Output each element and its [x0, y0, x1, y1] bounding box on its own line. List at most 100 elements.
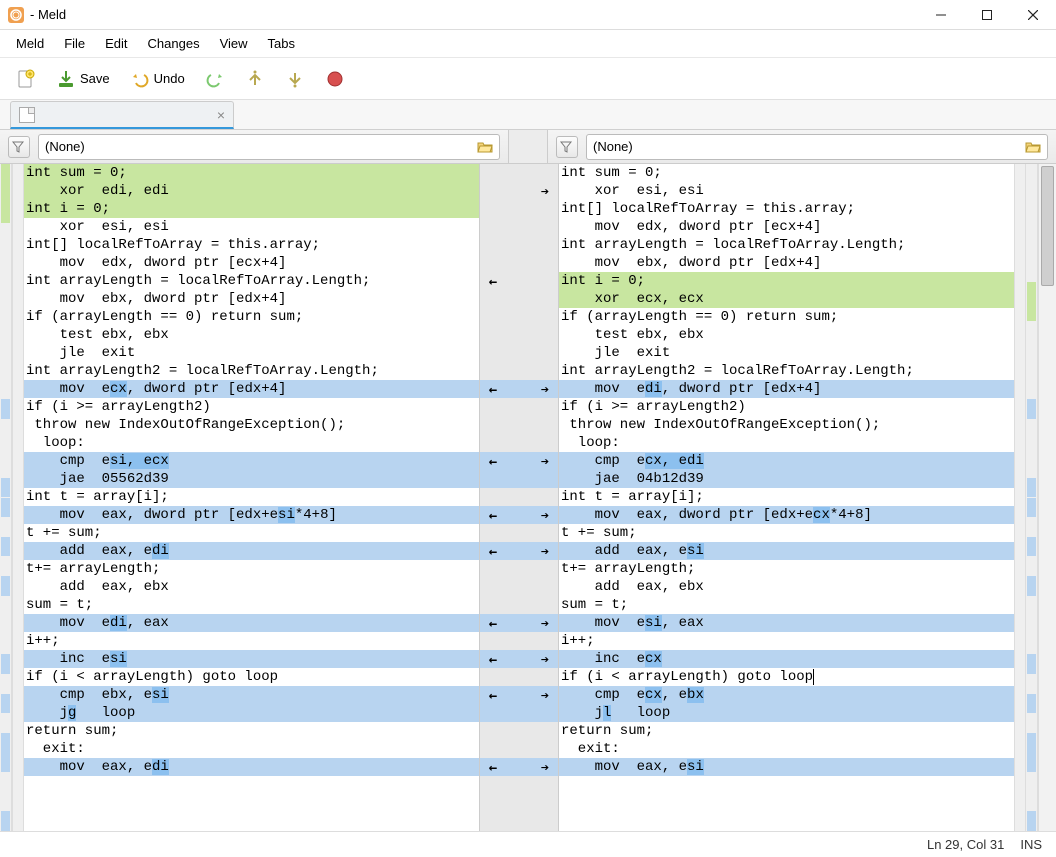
push-left-arrow[interactable]: ← — [484, 453, 502, 471]
code-line[interactable]: mov edx, dword ptr [ecx+4] — [24, 254, 479, 272]
code-line[interactable]: cmp ebx, esi — [24, 686, 479, 704]
code-line[interactable]: jle exit — [559, 344, 1014, 362]
code-line[interactable]: xor esi, esi — [559, 182, 1014, 200]
push-right-arrow[interactable]: ➔ — [536, 381, 554, 399]
vertical-scrollbar[interactable] — [1038, 164, 1056, 831]
scroll-thumb[interactable] — [1041, 166, 1054, 286]
code-line[interactable]: jl loop — [559, 704, 1014, 722]
code-line[interactable]: add eax, ebx — [559, 578, 1014, 596]
maximize-button[interactable] — [964, 0, 1010, 30]
push-right-arrow[interactable]: ➔ — [536, 453, 554, 471]
code-line[interactable]: xor esi, esi — [24, 218, 479, 236]
push-left-arrow[interactable]: ← — [484, 507, 502, 525]
code-line[interactable]: jle exit — [24, 344, 479, 362]
code-line[interactable]: loop: — [24, 434, 479, 452]
close-button[interactable] — [1010, 0, 1056, 30]
undo-button[interactable]: Undo — [124, 65, 191, 93]
push-left-arrow[interactable]: ← — [484, 687, 502, 705]
code-line[interactable]: mov eax, esi — [559, 758, 1014, 776]
minimize-button[interactable] — [918, 0, 964, 30]
center-link-column[interactable]: ➔←➔←➔←➔←➔←➔←➔←➔←➔← — [479, 164, 559, 831]
code-line[interactable]: mov eax, dword ptr [edx+esi*4+8] — [24, 506, 479, 524]
code-line[interactable]: mov edi, eax — [24, 614, 479, 632]
code-line[interactable]: if (i < arrayLength) goto loop — [559, 668, 1014, 686]
code-line[interactable]: sum = t; — [24, 596, 479, 614]
code-line[interactable]: cmp esi, ecx — [24, 452, 479, 470]
code-line[interactable]: throw new IndexOutOfRangeException(); — [559, 416, 1014, 434]
code-line[interactable]: mov ecx, dword ptr [edx+4] — [24, 380, 479, 398]
menu-changes[interactable]: Changes — [138, 32, 210, 55]
code-line[interactable]: mov ebx, dword ptr [edx+4] — [24, 290, 479, 308]
redo-button[interactable] — [199, 65, 231, 93]
code-line[interactable]: cmp ecx, ebx — [559, 686, 1014, 704]
push-left-arrow[interactable]: ← — [484, 759, 502, 777]
collapse-left-button[interactable] — [8, 136, 30, 158]
push-right-arrow[interactable]: ➔ — [536, 651, 554, 669]
push-right-arrow[interactable]: ➔ — [536, 759, 554, 777]
code-line[interactable]: inc esi — [24, 650, 479, 668]
left-code-pane[interactable]: int sum = 0; xor edi, ediint i = 0; xor … — [24, 164, 479, 831]
menu-file[interactable]: File — [54, 32, 95, 55]
code-line[interactable]: cmp ecx, edi — [559, 452, 1014, 470]
code-line[interactable]: int arrayLength = localRefToArray.Length… — [24, 272, 479, 290]
code-line[interactable]: i++; — [24, 632, 479, 650]
code-line[interactable]: if (i >= arrayLength2) — [559, 398, 1014, 416]
push-left-arrow[interactable]: ← — [484, 615, 502, 633]
push-right-arrow[interactable]: ➔ — [536, 183, 554, 201]
code-line[interactable]: if (i < arrayLength) goto loop — [24, 668, 479, 686]
code-line[interactable]: int t = array[i]; — [24, 488, 479, 506]
code-line[interactable]: mov eax, dword ptr [edx+ecx*4+8] — [559, 506, 1014, 524]
push-right-arrow[interactable]: ➔ — [536, 543, 554, 561]
push-right-arrow[interactable]: ➔ — [536, 687, 554, 705]
code-line[interactable]: int sum = 0; — [24, 164, 479, 182]
left-minimap[interactable] — [0, 164, 12, 831]
code-line[interactable]: inc ecx — [559, 650, 1014, 668]
code-line[interactable]: t += sum; — [559, 524, 1014, 542]
push-right-arrow[interactable]: ➔ — [536, 615, 554, 633]
code-line[interactable]: add eax, ebx — [24, 578, 479, 596]
code-line[interactable]: jae 05562d39 — [24, 470, 479, 488]
open-file-icon[interactable] — [1025, 139, 1041, 155]
menu-view[interactable]: View — [210, 32, 258, 55]
push-left-arrow[interactable]: ← — [484, 651, 502, 669]
code-line[interactable]: jg loop — [24, 704, 479, 722]
tab-active[interactable]: × — [10, 101, 234, 129]
push-left-arrow[interactable]: ← — [484, 381, 502, 399]
code-line[interactable]: int[] localRefToArray = this.array; — [24, 236, 479, 254]
code-line[interactable]: int arrayLength2 = localRefToArray.Lengt… — [559, 362, 1014, 380]
code-line[interactable]: t+= arrayLength; — [24, 560, 479, 578]
stop-button[interactable] — [319, 65, 351, 93]
code-line[interactable]: test ebx, ebx — [559, 326, 1014, 344]
code-line[interactable]: t += sum; — [24, 524, 479, 542]
tab-close-button[interactable]: × — [217, 108, 225, 122]
open-file-icon[interactable] — [477, 139, 493, 155]
code-line[interactable]: test ebx, ebx — [24, 326, 479, 344]
save-button[interactable]: Save — [50, 65, 116, 93]
code-line[interactable]: int[] localRefToArray = this.array; — [559, 200, 1014, 218]
code-line[interactable]: if (arrayLength == 0) return sum; — [24, 308, 479, 326]
menu-tabs[interactable]: Tabs — [258, 32, 305, 55]
code-line[interactable]: int arrayLength = localRefToArray.Length… — [559, 236, 1014, 254]
code-line[interactable]: int sum = 0; — [559, 164, 1014, 182]
collapse-right-button[interactable] — [556, 136, 578, 158]
code-line[interactable]: mov edx, dword ptr [ecx+4] — [559, 218, 1014, 236]
code-line[interactable]: add eax, edi — [24, 542, 479, 560]
right-file-selector[interactable]: (None) — [586, 134, 1048, 160]
push-right-arrow[interactable]: ➔ — [536, 507, 554, 525]
code-line[interactable]: jae 04b12d39 — [559, 470, 1014, 488]
prev-change-button[interactable] — [239, 65, 271, 93]
code-line[interactable]: loop: — [559, 434, 1014, 452]
code-line[interactable]: add eax, esi — [559, 542, 1014, 560]
menu-meld[interactable]: Meld — [6, 32, 54, 55]
code-line[interactable]: t+= arrayLength; — [559, 560, 1014, 578]
push-left-arrow[interactable]: ← — [484, 273, 502, 291]
left-file-selector[interactable]: (None) — [38, 134, 500, 160]
next-change-button[interactable] — [279, 65, 311, 93]
right-minimap[interactable] — [1026, 164, 1038, 831]
code-line[interactable]: mov esi, eax — [559, 614, 1014, 632]
code-line[interactable]: mov ebx, dword ptr [edx+4] — [559, 254, 1014, 272]
code-line[interactable]: int t = array[i]; — [559, 488, 1014, 506]
code-line[interactable]: exit: — [24, 740, 479, 758]
code-line[interactable]: sum = t; — [559, 596, 1014, 614]
code-line[interactable]: int arrayLength2 = localRefToArray.Lengt… — [24, 362, 479, 380]
